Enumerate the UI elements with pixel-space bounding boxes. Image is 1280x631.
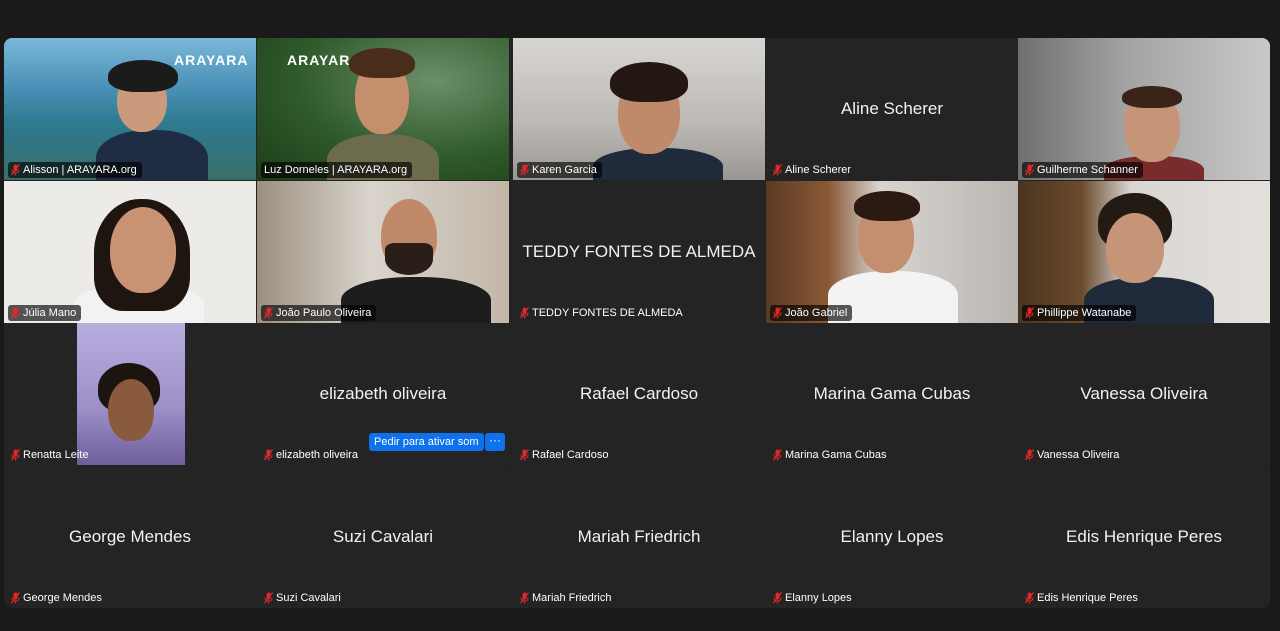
- name-tag: Guilherme Schanner: [1022, 162, 1143, 178]
- participant-tile-alisson[interactable]: ARAYARA Alisson | ARAYARA.org: [4, 38, 256, 180]
- ask-to-unmute-button[interactable]: Pedir para ativar som: [369, 433, 484, 451]
- name-tag: TEDDY FONTES DE ALMEDA: [517, 305, 688, 321]
- muted-mic-icon: [263, 592, 274, 604]
- muted-mic-icon: [519, 164, 530, 176]
- name-tag: Júlia Mano: [8, 305, 82, 321]
- muted-mic-icon: [10, 307, 21, 319]
- muted-mic-icon: [1024, 592, 1035, 604]
- name-tag: João Paulo Oliveira: [261, 305, 377, 321]
- beard: [385, 243, 433, 275]
- participant-tile-joao-paulo[interactable]: João Paulo Oliveira: [257, 181, 509, 323]
- name-tag: Mariah Friedrich: [517, 590, 616, 606]
- muted-mic-icon: [519, 449, 530, 461]
- participant-display-name: Mariah Friedrich: [577, 527, 701, 546]
- name-tag: Suzi Cavalari: [261, 590, 346, 606]
- name-tag: George Mendes: [8, 590, 107, 606]
- muted-mic-icon: [10, 592, 21, 604]
- video-grid: ARAYARA Alisson | ARAYARA.org ARAYARA Lu…: [4, 38, 1270, 608]
- headphones: [108, 60, 178, 92]
- top-bar: [0, 0, 1280, 38]
- muted-mic-icon: [263, 307, 274, 319]
- name-tag: elizabeth oliveira: [261, 447, 363, 463]
- participant-tile-suzi[interactable]: Suzi Cavalari Suzi Cavalari: [257, 466, 509, 608]
- participant-display-name: George Mendes: [69, 527, 191, 546]
- person-hair: [1122, 86, 1182, 108]
- participant-tile-vanessa[interactable]: Vanessa Oliveira Vanessa Oliveira: [1018, 323, 1270, 465]
- participant-display-name: TEDDY FONTES DE ALMEDA: [522, 242, 756, 261]
- person-hair: [610, 62, 688, 102]
- more-options-button[interactable]: ···: [485, 433, 505, 451]
- participant-tile-rafael[interactable]: Rafael Cardoso Rafael Cardoso: [513, 323, 765, 465]
- name-tag: Vanessa Oliveira: [1022, 447, 1124, 463]
- participant-tile-edis[interactable]: Edis Henrique Peres Edis Henrique Peres: [1018, 466, 1270, 608]
- person-hair: [349, 48, 415, 78]
- name-tag: Marina Gama Cubas: [770, 447, 892, 463]
- person-hair: [854, 191, 920, 221]
- muted-mic-icon: [263, 449, 274, 461]
- name-tag: Luz Dorneles | ARAYARA.org: [261, 162, 413, 178]
- name-tag: Rafael Cardoso: [517, 447, 613, 463]
- name-tag: João Gabriel: [770, 305, 853, 321]
- person-head: [108, 379, 154, 441]
- person-head: [1106, 213, 1164, 283]
- name-tag: Renatta Leite: [8, 447, 93, 463]
- name-tag: Elanny Lopes: [770, 590, 857, 606]
- name-tag: Karen Garcia: [517, 162, 602, 178]
- muted-mic-icon: [772, 592, 783, 604]
- muted-mic-icon: [10, 164, 21, 176]
- participant-display-name: Rafael Cardoso: [579, 384, 699, 403]
- name-tag: Alisson | ARAYARA.org: [8, 162, 142, 178]
- participant-tile-marina[interactable]: Marina Gama Cubas Marina Gama Cubas: [766, 323, 1018, 465]
- muted-mic-icon: [1024, 307, 1035, 319]
- participant-tile-karen[interactable]: Karen Garcia: [513, 38, 765, 180]
- muted-mic-icon: [772, 307, 783, 319]
- participant-display-name: elizabeth oliveira: [319, 384, 447, 403]
- participant-tile-aline[interactable]: Aline Scherer Aline Scherer: [766, 38, 1018, 180]
- participant-tile-george[interactable]: George Mendes George Mendes: [4, 466, 256, 608]
- muted-mic-icon: [1024, 449, 1035, 461]
- participant-display-name: Vanessa Oliveira: [1080, 384, 1208, 403]
- participant-tile-guilherme[interactable]: Guilherme Schanner: [1018, 38, 1270, 180]
- muted-mic-icon: [10, 449, 21, 461]
- participant-tile-phillippe[interactable]: Phillippe Watanabe: [1018, 181, 1270, 323]
- name-tag: Aline Scherer: [770, 162, 856, 178]
- participant-display-name: Edis Henrique Peres: [1066, 527, 1222, 546]
- participant-tile-luz[interactable]: ARAYARA Luz Dorneles | ARAYARA.org: [257, 38, 509, 180]
- participant-tile-julia[interactable]: Júlia Mano: [4, 181, 256, 323]
- participant-tile-mariah[interactable]: Mariah Friedrich Mariah Friedrich: [513, 466, 765, 608]
- participant-display-name: Marina Gama Cubas: [813, 384, 971, 403]
- muted-mic-icon: [519, 592, 530, 604]
- name-tag: Phillippe Watanabe: [1022, 305, 1137, 321]
- participant-display-name: Suzi Cavalari: [332, 527, 434, 546]
- muted-mic-icon: [772, 449, 783, 461]
- muted-mic-icon: [772, 164, 783, 176]
- participant-display-name: Aline Scherer: [840, 99, 944, 118]
- participant-tile-joao-gabriel[interactable]: João Gabriel: [766, 181, 1018, 323]
- participant-tile-renatta[interactable]: Renatta Leite: [4, 323, 256, 465]
- name-tag: Edis Henrique Peres: [1022, 590, 1143, 606]
- arayara-logo: ARAYARA: [174, 52, 249, 68]
- participant-tile-elanny[interactable]: Elanny Lopes Elanny Lopes: [766, 466, 1018, 608]
- participant-tile-teddy[interactable]: TEDDY FONTES DE ALMEDA TEDDY FONTES DE A…: [513, 181, 765, 323]
- person-head: [110, 207, 176, 293]
- muted-mic-icon: [1024, 164, 1035, 176]
- participant-display-name: Elanny Lopes: [840, 527, 944, 546]
- muted-mic-icon: [519, 307, 530, 319]
